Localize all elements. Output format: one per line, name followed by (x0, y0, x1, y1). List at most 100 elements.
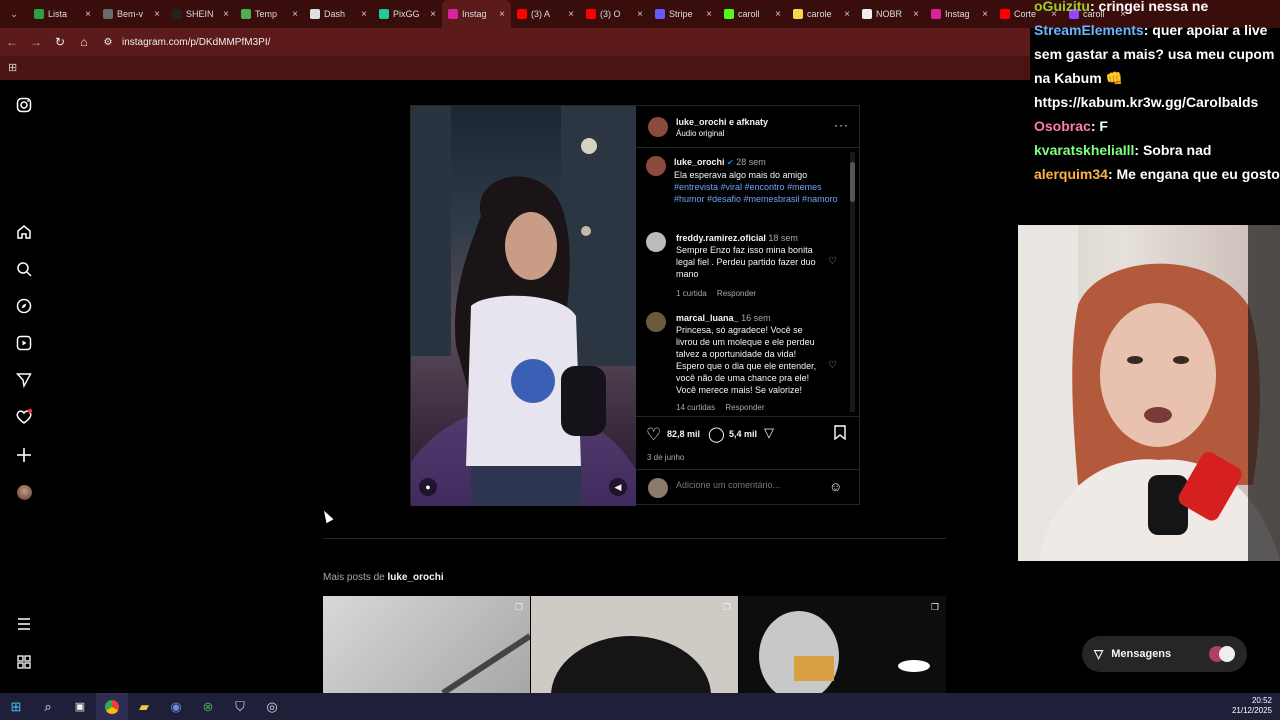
search-icon[interactable] (14, 259, 34, 279)
tab-close-icon[interactable]: × (706, 9, 712, 20)
like-heart-icon[interactable]: ♡ (646, 425, 661, 445)
tab-close-icon[interactable]: × (775, 9, 781, 20)
comments-count[interactable]: 5,4 mil (729, 429, 757, 439)
caption-avatar[interactable] (646, 156, 666, 176)
comments-scrollbar[interactable] (850, 152, 855, 412)
file-explorer-icon[interactable]: ▰ (128, 693, 160, 720)
tab-close-icon[interactable]: × (913, 9, 919, 20)
messages-send-icon[interactable] (14, 370, 34, 390)
url-field[interactable]: instagram.com/p/DKdMMPfM3PI/ (122, 37, 270, 48)
tab-label: (3) A (531, 9, 551, 19)
tab-close-icon[interactable]: × (430, 9, 436, 20)
messages-button[interactable]: ▽ Mensagens (1082, 636, 1247, 672)
browser-tab[interactable]: Dash × (304, 0, 373, 28)
browser-tab[interactable]: caroll × (718, 0, 787, 28)
save-bookmark-icon[interactable] (834, 425, 846, 441)
tab-close-icon[interactable]: × (85, 9, 91, 20)
tab-close-icon[interactable]: × (568, 9, 574, 20)
caption-hashtags[interactable]: #entrevista #viral #encontro #memes #hum… (674, 182, 838, 204)
comment-like-icon[interactable]: ♡ (828, 256, 837, 267)
comment-avatar[interactable] (646, 312, 666, 332)
browser-tab[interactable]: Instag × (925, 0, 994, 28)
browser-tab[interactable]: Temp × (235, 0, 304, 28)
windows-start-icon[interactable]: ⊞ (0, 693, 32, 720)
more-posts-heading: Mais posts de luke_orochi (323, 572, 444, 583)
explore-icon[interactable] (14, 296, 34, 316)
browser-tab[interactable]: SHEIN × (166, 0, 235, 28)
more-posts-user[interactable]: luke_orochi (387, 572, 443, 583)
tab-list-chevron-icon[interactable]: ⌄ (0, 1, 28, 28)
discord-icon[interactable]: ◉ (160, 693, 192, 720)
browser-tab[interactable]: PixGG × (373, 0, 442, 28)
comment-likes[interactable]: 14 curtidas (676, 403, 715, 412)
tab-close-icon[interactable]: × (637, 9, 643, 20)
chat-text: : F (1090, 118, 1108, 134)
back-icon[interactable]: ← (0, 35, 24, 49)
menu-hamburger-icon[interactable] (14, 614, 34, 634)
share-send-icon[interactable]: ▽ (764, 425, 774, 441)
notifications-heart-icon[interactable] (14, 407, 34, 427)
more-options-icon[interactable]: ··· (834, 118, 849, 132)
mute-toggle-icon[interactable]: ◀ (609, 478, 627, 496)
home-nav-icon[interactable] (14, 222, 34, 242)
browser-tab[interactable]: Stripe × (649, 0, 718, 28)
comment-username[interactable]: freddy.ramirez.oficial (676, 233, 766, 243)
reply-button[interactable]: Responder (725, 403, 764, 412)
caption-username[interactable]: luke_orochi (674, 157, 725, 167)
browser-tab[interactable]: carole × (787, 0, 856, 28)
tab-close-icon[interactable]: × (154, 9, 160, 20)
tab-close-icon[interactable]: × (292, 9, 298, 20)
instagram-logo-icon[interactable] (14, 95, 34, 115)
chat-message: oGuizitu: cringei nessa ne (1034, 0, 1280, 18)
obs-icon[interactable]: ◎ (256, 693, 288, 720)
add-comment-bar: ☺ (636, 469, 860, 506)
forward-icon[interactable]: → (24, 35, 48, 49)
post-author-avatar[interactable] (648, 117, 668, 137)
tab-close-icon[interactable]: × (844, 9, 850, 20)
create-plus-icon[interactable] (14, 445, 34, 465)
browser-tab[interactable]: Lista × (28, 0, 97, 28)
reply-button[interactable]: Responder (717, 289, 756, 298)
reels-icon[interactable] (14, 333, 34, 353)
tab-close-icon[interactable]: × (223, 9, 229, 20)
home-icon[interactable]: ⌂ (72, 35, 96, 49)
user-tag-icon[interactable]: ● (419, 478, 437, 496)
browser-tab[interactable]: (3) A × (511, 0, 580, 28)
tab-close-icon[interactable]: × (361, 9, 367, 20)
taskbar-clock[interactable]: 20:52 21/12/2025 (1232, 696, 1272, 716)
reload-icon[interactable]: ↻ (48, 35, 72, 49)
security-shield-icon[interactable]: ⛉ (224, 693, 256, 720)
emoji-icon[interactable]: ☺ (829, 479, 842, 494)
comment-bubble-icon[interactable]: ◯ (708, 425, 725, 443)
audio-label[interactable]: Áudio original (676, 129, 724, 138)
profile-avatar[interactable] (14, 482, 34, 502)
more-post-thumbnail[interactable]: ❐ (323, 596, 530, 693)
site-info-icon[interactable]: ⚙ (96, 37, 120, 48)
apps-grid-icon[interactable]: ⊞ (8, 61, 17, 74)
threads-apps-icon[interactable] (14, 652, 34, 672)
post-video[interactable]: ● ◀ (411, 106, 636, 506)
xbox-icon[interactable]: ⊗ (192, 693, 224, 720)
browser-tab[interactable]: NOBR × (856, 0, 925, 28)
post-author-names[interactable]: luke_orochi e afknaty (676, 117, 768, 127)
tab-close-icon[interactable]: × (982, 9, 988, 20)
comment-avatar[interactable] (646, 232, 666, 252)
tab-close-icon[interactable]: × (499, 9, 505, 20)
post-side-panel: luke_orochi e afknaty Áudio original ···… (636, 106, 860, 506)
comment-like-icon[interactable]: ♡ (828, 360, 837, 371)
taskbar-search-icon[interactable]: ⌕ (32, 693, 64, 720)
chrome-icon[interactable] (96, 693, 128, 720)
browser-tab[interactable]: Bem-v × (97, 0, 166, 28)
more-post-thumbnail[interactable]: ❐ (531, 596, 738, 693)
comment-likes[interactable]: 1 curtida (676, 289, 707, 298)
likes-count[interactable]: 82,8 mil (667, 429, 700, 439)
browser-tab[interactable]: Instag × (442, 0, 511, 28)
comment-username[interactable]: marcal_luana_ (676, 313, 739, 323)
section-divider (323, 538, 946, 539)
comment-input[interactable] (676, 480, 826, 490)
task-view-icon[interactable]: ▣ (64, 693, 96, 720)
comments-scroll-area[interactable]: luke_orochi ✔ 28 sem Ela esperava algo m… (636, 148, 860, 416)
more-post-thumbnail[interactable]: ❐ (739, 596, 946, 693)
tab-strip: Lista × Bem-v × SHEIN × Temp × Dash × PixGG × Instag… (28, 0, 1132, 28)
browser-tab[interactable]: (3) O × (580, 0, 649, 28)
